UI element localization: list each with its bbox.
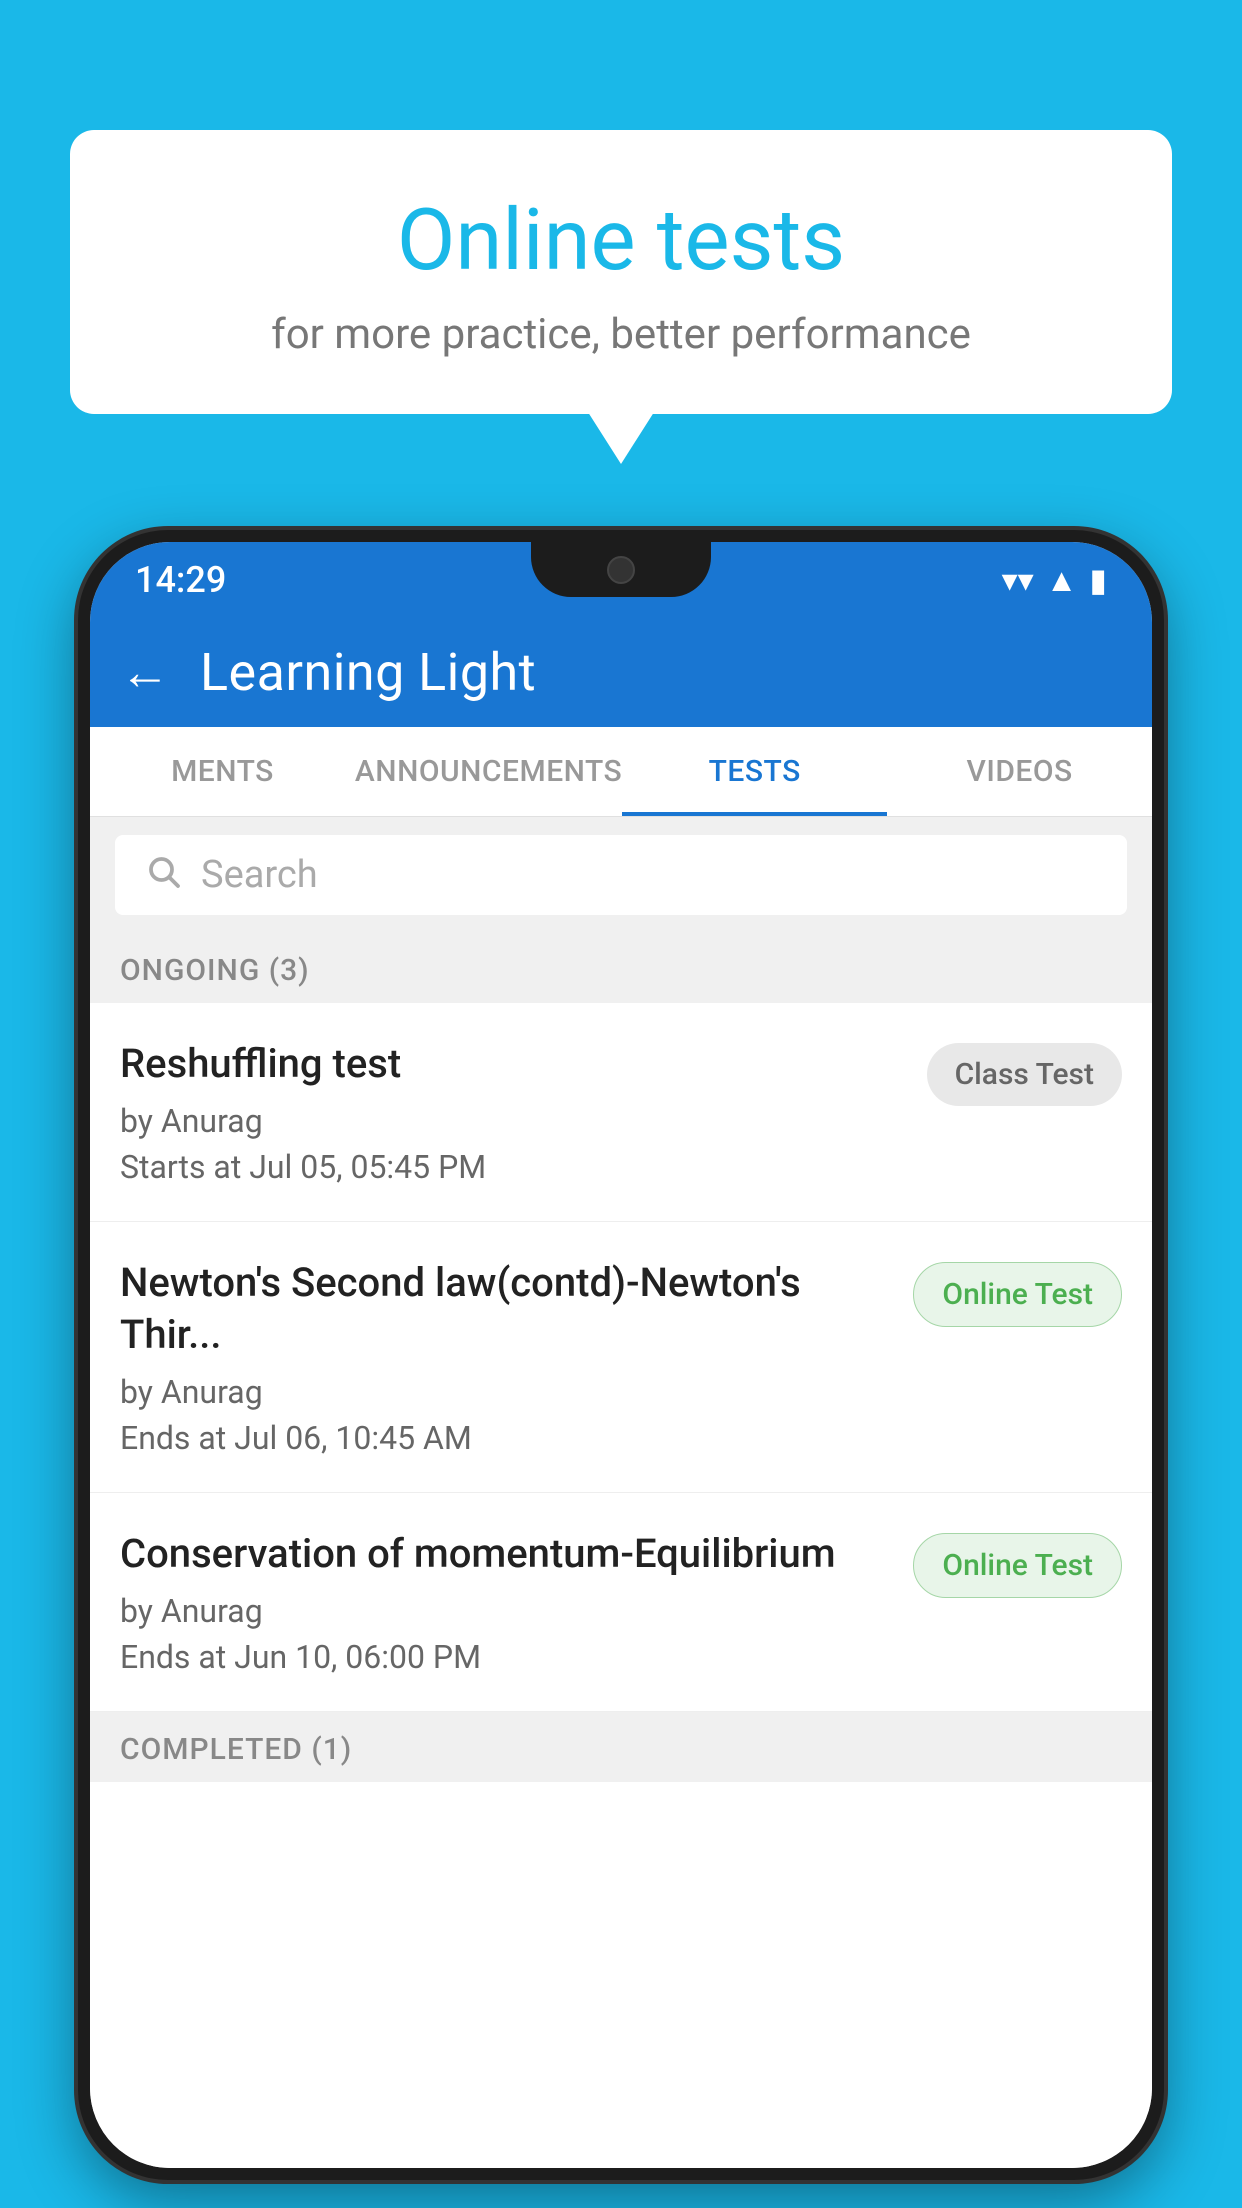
search-container: Search [90,817,1152,933]
test-item-2[interactable]: Newton's Second law(contd)-Newton's Thir… [90,1222,1152,1493]
app-bar: ← Learning Light [90,617,1152,727]
test-name-2: Newton's Second law(contd)-Newton's Thir… [120,1257,893,1361]
signal-icon: ▲ [1046,561,1078,599]
battery-icon: ▮ [1089,561,1107,599]
test-time-1: Starts at Jul 05, 05:45 PM [120,1148,907,1186]
completed-section-header: COMPLETED (1) [90,1712,1152,1782]
phone-wrapper: 14:29 ▾▾ ▲ ▮ ← Learning Light MENTS ANNO… [78,530,1164,2208]
search-input-placeholder: Search [201,853,318,897]
tab-tests[interactable]: TESTS [622,727,887,816]
test-info-2: Newton's Second law(contd)-Newton's Thir… [120,1257,893,1457]
status-time: 14:29 [135,559,226,601]
bubble-title: Online tests [120,190,1122,290]
test-info-1: Reshuffling test by Anurag Starts at Jul… [120,1038,907,1186]
tabs-bar: MENTS ANNOUNCEMENTS TESTS VIDEOS [90,727,1152,817]
test-author-1: by Anurag [120,1102,907,1140]
app-bar-title: Learning Light [200,642,536,703]
phone-notch [531,542,711,597]
test-author-2: by Anurag [120,1373,893,1411]
test-time-2: Ends at Jul 06, 10:45 AM [120,1419,893,1457]
test-name-1: Reshuffling test [120,1038,907,1090]
status-icons: ▾▾ ▲ ▮ [1002,561,1107,599]
bubble-subtitle: for more practice, better performance [120,310,1122,359]
tab-videos[interactable]: VIDEOS [887,727,1152,816]
phone-frame: 14:29 ▾▾ ▲ ▮ ← Learning Light MENTS ANNO… [78,530,1164,2180]
ongoing-section-header: ONGOING (3) [90,933,1152,1003]
phone-camera [607,556,635,584]
test-item-3[interactable]: Conservation of momentum-Equilibrium by … [90,1493,1152,1712]
test-time-3: Ends at Jun 10, 06:00 PM [120,1638,893,1676]
test-badge-1: Class Test [927,1043,1122,1106]
test-item-1[interactable]: Reshuffling test by Anurag Starts at Jul… [90,1003,1152,1222]
phone-screen: 14:29 ▾▾ ▲ ▮ ← Learning Light MENTS ANNO… [90,542,1152,2168]
tests-list: Reshuffling test by Anurag Starts at Jul… [90,1003,1152,2168]
wifi-icon: ▾▾ [1002,561,1034,599]
search-icon [145,852,181,899]
speech-bubble: Online tests for more practice, better p… [70,130,1172,414]
back-button[interactable]: ← [120,643,170,702]
test-author-3: by Anurag [120,1592,893,1630]
tab-ments[interactable]: MENTS [90,727,355,816]
tab-announcements[interactable]: ANNOUNCEMENTS [355,727,622,816]
test-info-3: Conservation of momentum-Equilibrium by … [120,1528,893,1676]
test-name-3: Conservation of momentum-Equilibrium [120,1528,893,1580]
test-badge-3: Online Test [913,1533,1122,1598]
search-bar[interactable]: Search [115,835,1127,915]
test-badge-2: Online Test [913,1262,1122,1327]
